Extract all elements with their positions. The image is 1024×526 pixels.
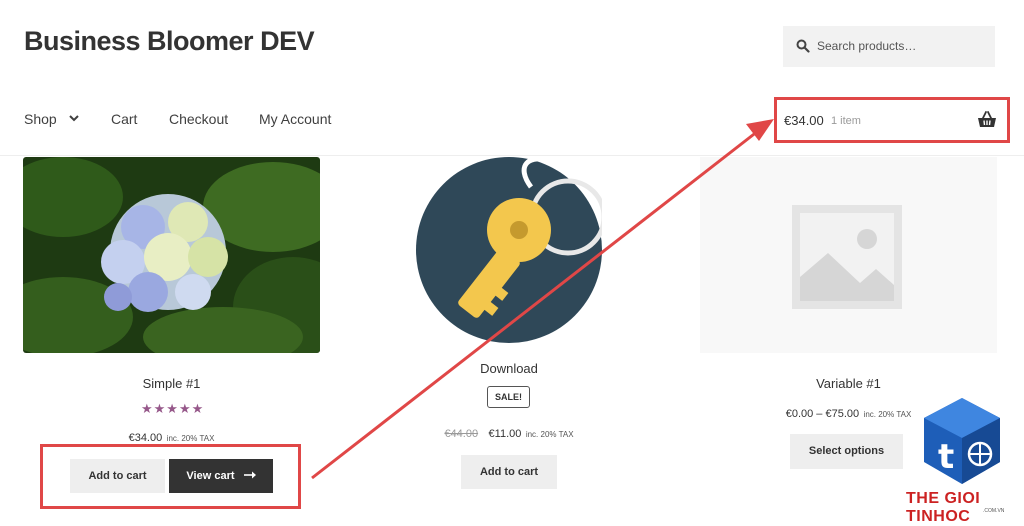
product-image-placeholder[interactable] xyxy=(700,157,997,353)
search-input[interactable]: Search products… xyxy=(817,39,916,53)
mini-cart-highlight-box xyxy=(774,97,1010,143)
product-title[interactable]: Download xyxy=(416,361,602,376)
select-options-button[interactable]: Select options xyxy=(790,434,903,469)
header-divider xyxy=(0,155,1024,156)
chevron-down-icon[interactable] xyxy=(68,113,80,123)
svg-text:t: t xyxy=(938,437,954,477)
rating-stars: ★★★★★ xyxy=(141,401,205,416)
product-image-hydrangea[interactable] xyxy=(23,157,320,353)
watermark-text: THE GIOI TINHOC xyxy=(906,490,981,525)
tax-label: inc. 20% TAX xyxy=(525,430,574,439)
product-price: €11.00 xyxy=(488,428,522,440)
watermark-subtext: .COM.VN xyxy=(983,508,1005,514)
product-price-row: €44.00 €11.00 inc. 20% TAX xyxy=(409,424,609,442)
product-price: €34.00 xyxy=(128,432,163,444)
sale-badge: SALE! xyxy=(487,386,530,408)
site-title[interactable]: Business Bloomer DEV xyxy=(24,26,315,57)
buttons-highlight-box xyxy=(40,444,301,509)
nav-shop[interactable]: Shop xyxy=(24,111,57,127)
add-to-cart-button[interactable]: Add to cart xyxy=(461,455,557,489)
product-price-range: €0.00 – €75.00 xyxy=(785,408,860,420)
tax-label: inc. 20% TAX xyxy=(863,410,912,419)
product-title[interactable]: Simple #1 xyxy=(23,376,320,391)
watermark-logo-icon: t xyxy=(924,398,1000,484)
product-image-key[interactable] xyxy=(416,157,602,343)
nav-checkout[interactable]: Checkout xyxy=(169,111,228,127)
search-icon xyxy=(796,39,810,53)
old-price: €44.00 xyxy=(444,428,479,440)
nav-my-account[interactable]: My Account xyxy=(259,111,331,127)
nav-cart[interactable]: Cart xyxy=(111,111,137,127)
tax-label: inc. 20% TAX xyxy=(166,434,215,443)
product-title[interactable]: Variable #1 xyxy=(700,376,997,391)
search-box[interactable]: Search products… xyxy=(783,26,995,67)
